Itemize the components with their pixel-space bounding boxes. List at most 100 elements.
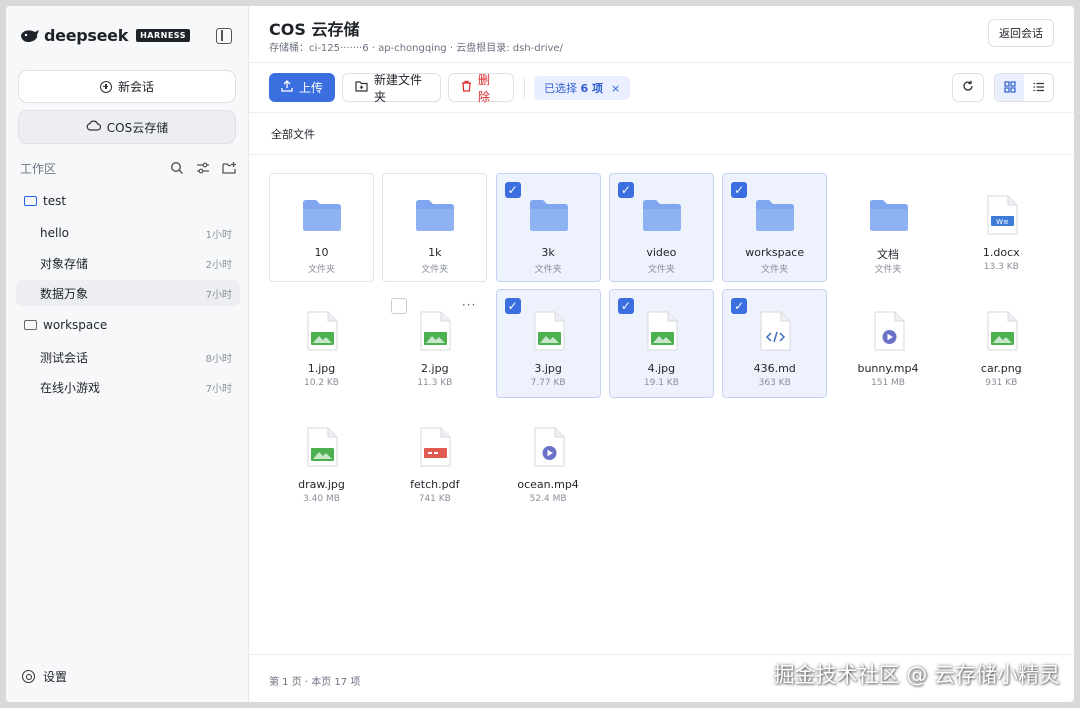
refresh-button[interactable] bbox=[952, 73, 984, 102]
file-meta: 文件夹 bbox=[761, 265, 789, 275]
clear-selection-icon[interactable]: × bbox=[611, 82, 620, 95]
chat-item-active[interactable]: 数据万象 7小时 bbox=[16, 280, 240, 306]
file-name: 4.jpg bbox=[647, 362, 676, 375]
file-meta: 7.77 KB bbox=[530, 378, 566, 388]
filter-icon[interactable] bbox=[196, 161, 210, 175]
video-file-icon bbox=[528, 426, 570, 468]
file-tile[interactable]: ✓ 3.jpg 7.77 KB bbox=[495, 289, 601, 398]
file-meta: 10.2 KB bbox=[304, 378, 339, 388]
pagination-info: 第 1 页 · 本页 17 项 bbox=[269, 677, 361, 688]
file-meta: 741 KB bbox=[418, 494, 451, 504]
chat-time: 7小时 bbox=[205, 383, 232, 395]
file-meta: 3.40 MB bbox=[303, 494, 340, 504]
file-meta: 文件夹 bbox=[874, 265, 902, 275]
file-tile[interactable]: ocean.mp4 52.4 MB bbox=[496, 405, 601, 514]
checkbox-checked[interactable]: ✓ bbox=[731, 298, 748, 314]
file-name: 1.jpg bbox=[307, 362, 336, 375]
breadcrumb[interactable]: 全部文件 bbox=[271, 126, 315, 142]
folder-file-icon bbox=[641, 194, 683, 236]
main-panel: COS 云存储 存储桶：ci-125·······6 · ap-chongqin… bbox=[249, 6, 1074, 702]
chat-title: 在线小游戏 bbox=[40, 380, 101, 395]
file-name: 10 bbox=[314, 246, 329, 259]
checkbox-checked[interactable]: ✓ bbox=[504, 298, 521, 314]
file-tile[interactable]: 1.jpg 10.2 KB bbox=[269, 289, 374, 398]
folder-file-icon bbox=[414, 194, 456, 236]
chat-item[interactable]: 在线小游戏 7小时 bbox=[16, 374, 240, 400]
video-file-icon bbox=[868, 310, 910, 352]
sidebar-toggle-icon[interactable] bbox=[216, 28, 232, 44]
folder-file-icon bbox=[528, 194, 570, 236]
file-meta: 19.1 KB bbox=[643, 378, 679, 388]
list-view-button[interactable] bbox=[1024, 74, 1053, 101]
upload-button[interactable]: 上传 bbox=[269, 73, 335, 102]
checkbox[interactable] bbox=[391, 298, 408, 314]
brand-logo: deepseek HARNESS bbox=[20, 26, 190, 45]
more-options-icon[interactable]: ··· bbox=[462, 298, 476, 312]
image-file-icon bbox=[981, 310, 1023, 352]
chat-item[interactable]: 测试会话 8小时 bbox=[16, 344, 240, 370]
new-chat-button[interactable]: 新会话 bbox=[18, 70, 236, 103]
file-name: 1.docx bbox=[982, 246, 1020, 259]
divider bbox=[524, 77, 525, 98]
brand-name: deepseek bbox=[44, 26, 129, 45]
cos-storage-label: COS云存储 bbox=[106, 120, 169, 135]
file-tile[interactable]: ✓ 4.jpg 19.1 KB bbox=[608, 289, 714, 398]
file-tile[interactable]: W≡ 1.docx 13.3 KB bbox=[949, 173, 1054, 282]
new-folder-button[interactable]: 新建文件夹 bbox=[342, 73, 441, 104]
file-tile[interactable]: bunny.mp4 151 MB bbox=[836, 289, 941, 398]
new-chat-label: 新会话 bbox=[117, 80, 154, 94]
folder-tile[interactable]: ✓ video 文件夹 bbox=[608, 173, 714, 282]
file-meta: 931 KB bbox=[985, 378, 1018, 388]
folder-workspace[interactable]: workspace bbox=[16, 314, 240, 336]
file-name: car.png bbox=[980, 362, 1022, 375]
file-name: 1k bbox=[428, 246, 442, 259]
trash-icon bbox=[461, 80, 472, 95]
file-tile[interactable]: car.png 931 KB bbox=[949, 289, 1054, 398]
divider bbox=[249, 154, 1074, 155]
file-meta: 文件夹 bbox=[421, 265, 449, 275]
checkbox-checked[interactable]: ✓ bbox=[617, 298, 634, 314]
grid-view-button[interactable] bbox=[995, 74, 1024, 101]
cos-storage-button[interactable]: COS云存储 bbox=[18, 110, 236, 144]
settings-button[interactable]: 设置 bbox=[22, 668, 67, 685]
back-to-chat-button[interactable]: 返回会话 bbox=[988, 19, 1054, 47]
svg-text:W≡: W≡ bbox=[996, 218, 1009, 226]
image-file-icon bbox=[528, 310, 570, 352]
file-tile[interactable]: draw.jpg 3.40 MB bbox=[269, 405, 374, 514]
brand-badge: HARNESS bbox=[136, 29, 190, 42]
grid-icon bbox=[1003, 78, 1016, 97]
divider bbox=[249, 654, 1074, 655]
folder-tile[interactable]: 文档 文件夹 bbox=[836, 173, 941, 282]
search-icon[interactable] bbox=[170, 161, 184, 175]
file-meta: 13.3 KB bbox=[983, 262, 1019, 272]
chat-time: 1小时 bbox=[205, 229, 232, 241]
checkbox-checked[interactable]: ✓ bbox=[731, 182, 748, 198]
watermark: 掘金技术社区 @ 云存储小精灵 bbox=[773, 663, 1060, 687]
file-tile[interactable]: ··· 2.jpg 11.3 KB bbox=[382, 289, 487, 398]
folder-tile[interactable]: ✓ 3k 文件夹 bbox=[495, 173, 601, 282]
gear-icon bbox=[22, 670, 35, 683]
delete-button[interactable]: 删除 bbox=[448, 73, 514, 104]
chat-item[interactable]: hello 1小时 bbox=[16, 220, 240, 246]
file-name: workspace bbox=[745, 246, 805, 259]
chat-title: 测试会话 bbox=[40, 350, 89, 365]
bucket-info: 存储桶：ci-125·······6 · ap-chongqing · 云盘根目… bbox=[269, 43, 563, 54]
folder-tile[interactable]: ✓ workspace 文件夹 bbox=[722, 173, 828, 282]
file-meta: 363 KB bbox=[758, 378, 791, 388]
chat-title: hello bbox=[40, 226, 69, 240]
chat-item[interactable]: 对象存储 2小时 bbox=[16, 250, 240, 276]
checkbox-checked[interactable]: ✓ bbox=[617, 182, 634, 198]
workspace-header: 工作区 bbox=[20, 160, 236, 176]
file-name: 3.jpg bbox=[534, 362, 562, 375]
image-file-icon bbox=[301, 426, 343, 468]
checkbox-checked[interactable]: ✓ bbox=[504, 182, 521, 198]
file-name: bunny.mp4 bbox=[857, 362, 919, 375]
file-name: video bbox=[646, 246, 677, 259]
file-tile[interactable]: fetch.pdf 741 KB bbox=[382, 405, 487, 514]
folder-tile[interactable]: 1k 文件夹 bbox=[382, 173, 488, 282]
folder-tile[interactable]: 10 文件夹 bbox=[269, 173, 374, 282]
folder-test[interactable]: test bbox=[16, 190, 240, 212]
file-tile[interactable]: ✓ 436.md 363 KB bbox=[722, 289, 828, 398]
workspace-label: 工作区 bbox=[20, 161, 57, 176]
new-folder-icon[interactable] bbox=[222, 161, 236, 175]
